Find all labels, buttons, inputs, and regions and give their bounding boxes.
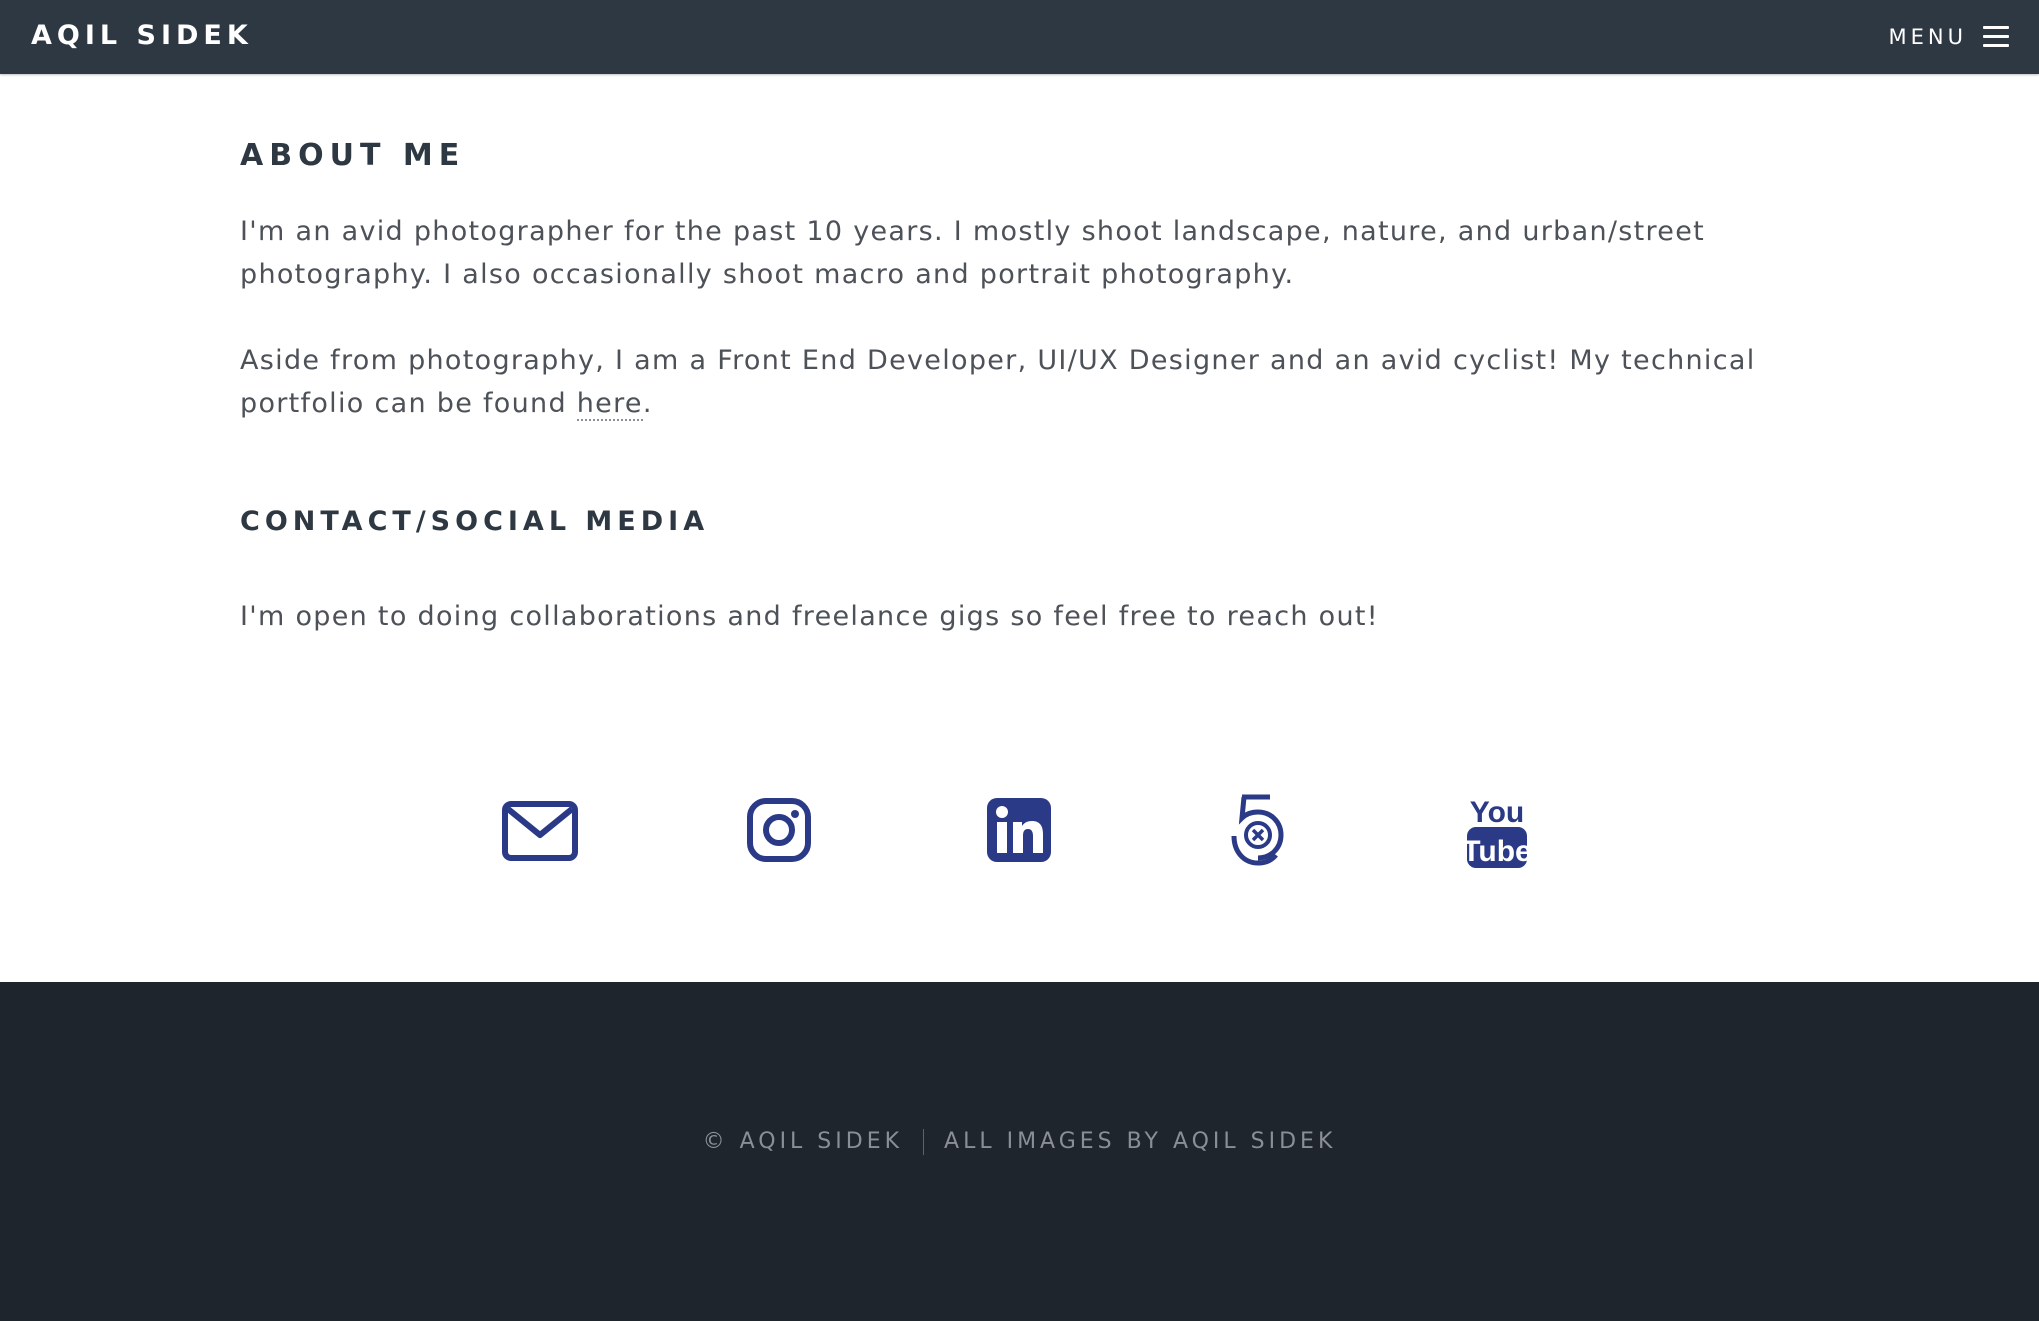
about-paragraph-2-text: Aside from photography, I am a Front End… [240,345,1756,419]
linkedin-icon[interactable] [987,798,1051,866]
about-paragraph-2: Aside from photography, I am a Front End… [240,339,1800,425]
portfolio-link[interactable]: here [576,388,643,421]
footer-divider [923,1129,925,1155]
footer-credit: ALL IMAGES BY AQIL SIDEK [944,1129,1337,1154]
svg-text:Tube: Tube [1465,835,1529,868]
about-paragraph-2-end: . [642,388,653,419]
contact-heading: CONTACT/SOCIAL MEDIA [240,506,710,537]
social-icons-row: You Tube [240,714,1800,874]
menu-button[interactable]: MENU [1889,22,2009,52]
envelope-icon[interactable] [502,801,578,865]
svg-text:You: You [1470,796,1524,829]
menu-label: MENU [1888,25,1967,49]
contact-paragraph: I'm open to doing collaborations and fre… [240,601,1379,632]
footer: © AQIL SIDEK ALL IMAGES BY AQIL SIDEK [0,982,2039,1321]
top-bar: AQIL SIDEK MENU [0,0,2039,74]
about-heading: ABOUT ME [240,138,466,173]
500px-icon[interactable] [1226,792,1286,872]
youtube-icon[interactable]: You Tube [1462,794,1532,874]
footer-copyright: © AQIL SIDEK [702,1129,904,1154]
about-paragraph-1: I'm an avid photographer for the past 10… [240,216,1706,290]
footer-copyright-line: © AQIL SIDEK ALL IMAGES BY AQIL SIDEK [0,1127,2039,1157]
hamburger-icon [1983,26,2009,48]
brand-logo-link[interactable]: AQIL SIDEK [31,18,253,54]
instagram-icon[interactable] [747,798,811,866]
